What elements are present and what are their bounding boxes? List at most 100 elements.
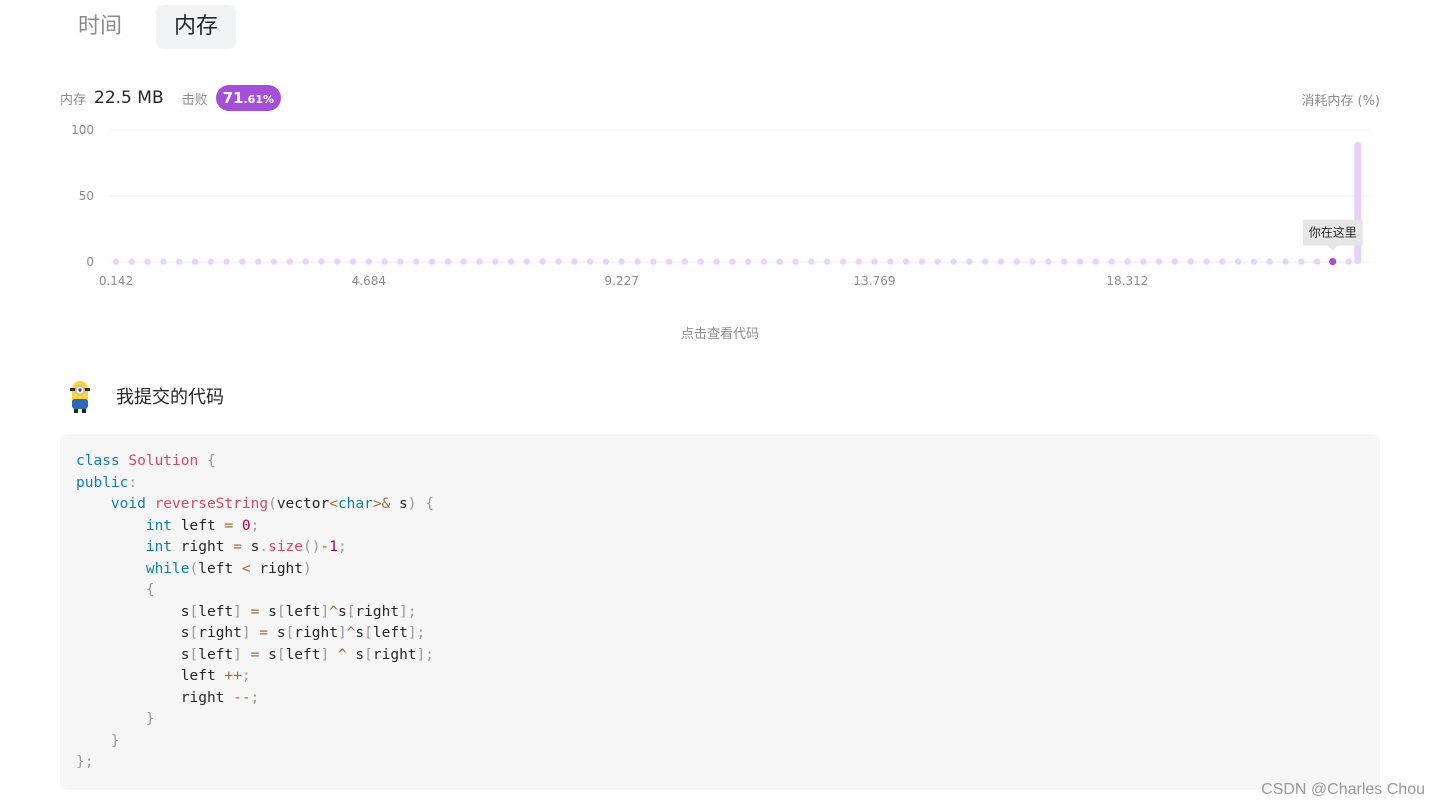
x-tick-labels: 0.142 4.684 9.227 13.769 18.312 <box>99 274 1149 288</box>
code-line: }; <box>76 754 94 770</box>
code-line: public: <box>76 474 138 491</box>
data-point <box>175 258 183 265</box>
data-point <box>618 258 625 265</box>
beat-percent-int: 71 <box>222 89 244 107</box>
data-point <box>887 258 894 265</box>
x-tick-label: 18.312 <box>1106 274 1148 288</box>
data-point <box>1013 258 1021 265</box>
data-point <box>397 258 404 265</box>
data-point <box>697 258 704 265</box>
memory-value: 22.5 MB <box>94 88 164 108</box>
code-line: int left = 0; <box>145 517 260 534</box>
beat-label: 击败 <box>181 92 208 108</box>
data-point <box>1298 258 1305 265</box>
data-point <box>539 258 546 265</box>
data-point <box>191 258 199 265</box>
code-block: class Solution { public: void reverseStr… <box>60 434 1380 790</box>
x-tick-label: 4.684 <box>352 274 386 288</box>
tooltip-label: 你在这里 <box>1309 225 1357 240</box>
watermark: CSDN @Charles Chou <box>1261 781 1425 798</box>
data-point <box>413 258 420 265</box>
data-point <box>1045 258 1052 265</box>
code-line: } <box>145 711 155 727</box>
data-point <box>444 258 452 265</box>
data-point <box>1345 258 1352 265</box>
data-point <box>586 258 594 265</box>
data-point <box>460 258 467 265</box>
data-point <box>555 258 562 265</box>
data-point <box>1250 258 1258 265</box>
you-are-here-tooltip: 你在这里 <box>1302 219 1363 266</box>
beat-percent-badge: 71.61% <box>215 85 282 111</box>
code-line: while(left < right) <box>145 560 312 577</box>
y-tick-label: 0 <box>86 255 94 269</box>
data-point <box>1171 258 1179 265</box>
data-point <box>318 258 325 265</box>
data-point <box>982 258 989 265</box>
data-point <box>1076 258 1084 265</box>
view-code-link[interactable]: 点击查看代码 <box>0 323 1440 342</box>
data-point <box>681 258 689 265</box>
data-point <box>1187 258 1194 265</box>
tab-memory[interactable]: 内存 <box>156 5 237 49</box>
code-line: } <box>110 732 120 749</box>
data-point <box>1313 258 1321 265</box>
data-point <box>997 258 1005 265</box>
data-point <box>365 258 373 265</box>
data-point <box>223 258 230 265</box>
data-point <box>255 258 262 265</box>
data-point <box>349 258 357 265</box>
data-point <box>1140 258 1147 265</box>
data-point <box>823 258 831 265</box>
tab-bar: 时间 内存 <box>60 5 237 49</box>
data-point <box>334 258 341 265</box>
submission-header: 我提交的代码 <box>64 378 224 414</box>
data-point <box>950 258 957 265</box>
data-point <box>112 258 120 265</box>
code-line: class Solution { <box>76 453 216 469</box>
data-point <box>270 258 278 265</box>
data-point <box>729 258 736 265</box>
data-point <box>1282 258 1289 265</box>
data-point <box>239 258 246 265</box>
data-point <box>839 258 847 265</box>
memory-distribution-chart: 100 50 0 0.142 4.684 9.227 13.769 18.312 你在这里 <box>71 123 1370 288</box>
data-point <box>665 258 673 265</box>
data-point <box>302 258 309 265</box>
data-point <box>523 258 531 265</box>
data-point <box>744 258 752 265</box>
code-line: right --; <box>76 689 260 706</box>
tooltip-arrow <box>1327 245 1338 251</box>
code-line: left ++; <box>76 668 251 684</box>
data-point <box>428 258 436 265</box>
code-line: int right = s.size()-1; <box>145 539 347 555</box>
x-tick-label: 0.142 <box>99 274 133 288</box>
data-point <box>634 258 641 265</box>
y-tick-labels: 100 50 0 <box>71 123 94 269</box>
data-point <box>1266 258 1273 265</box>
data-point <box>476 258 483 265</box>
data-point <box>602 258 610 265</box>
data-bars <box>1354 141 1362 264</box>
data-point <box>1124 258 1131 265</box>
data-point <box>1155 258 1163 265</box>
code-line: { <box>145 582 155 598</box>
y-tick-label: 100 <box>71 123 94 137</box>
data-point <box>1060 258 1068 265</box>
data-point <box>934 258 941 265</box>
data-point <box>650 258 657 265</box>
data-point <box>1203 258 1210 265</box>
data-point <box>492 258 499 265</box>
x-tick-label: 9.227 <box>605 274 639 288</box>
data-point <box>1108 258 1115 265</box>
data-point <box>855 258 862 265</box>
y-tick-label: 50 <box>79 189 94 203</box>
code-line: s[right] = s[right]^s[left]; <box>76 625 426 641</box>
data-point <box>286 258 294 265</box>
data-point <box>160 258 167 265</box>
code-line: void reverseString(vector<char>& s) { <box>110 496 434 512</box>
data-point <box>966 258 973 265</box>
code-line: s[left] = s[left]^s[right]; <box>76 603 417 620</box>
tab-time[interactable]: 时间 <box>60 5 140 49</box>
x-tick-label: 13.769 <box>854 274 896 288</box>
